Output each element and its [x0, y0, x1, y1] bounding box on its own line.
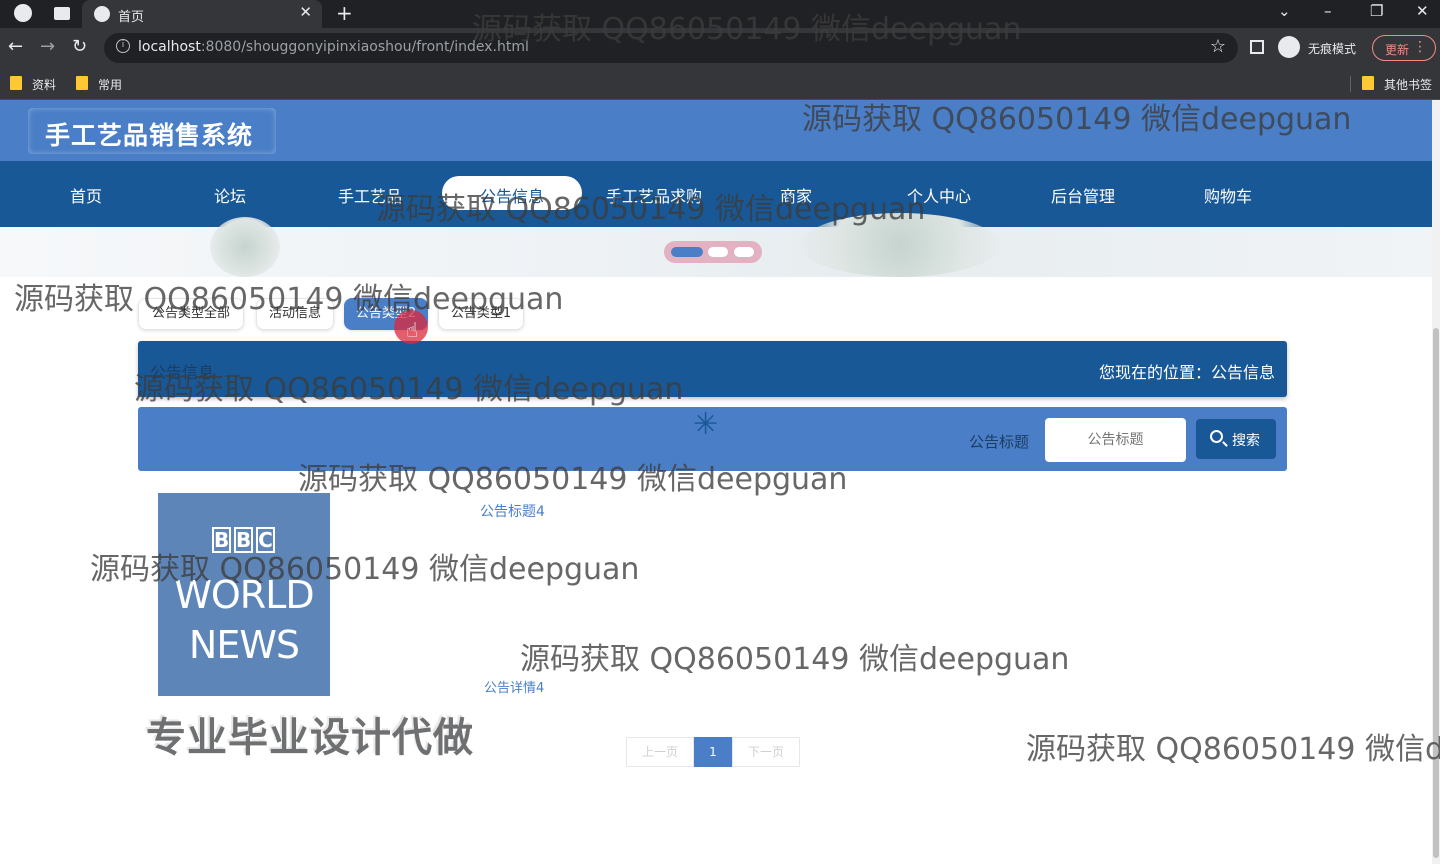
folder-icon	[76, 76, 88, 90]
next-page-button[interactable]: 下一页	[732, 737, 800, 767]
back-arrow-icon[interactable]: ←	[8, 36, 23, 57]
carousel-dot[interactable]	[734, 247, 754, 257]
filter-tab-type1[interactable]: 公告类型1	[438, 298, 524, 330]
page-number-current[interactable]: 1	[694, 737, 732, 767]
logo-letter: B	[234, 527, 253, 553]
side-panel-icon[interactable]	[1250, 40, 1264, 54]
logo-letter: B	[212, 527, 231, 553]
logo-letter: C	[256, 527, 275, 553]
loading-spinner-icon: ✳	[693, 407, 719, 442]
prev-page-button[interactable]: 上一页	[626, 737, 694, 767]
site-header: 手工艺品销售系统	[0, 100, 1440, 161]
page-viewport: 手工艺品销售系统 首页 论坛 手工艺品 公告信息 手工艺品求购 商家 个人中心 …	[0, 100, 1440, 864]
thumbnail-text-line1: WORLD	[174, 573, 314, 617]
search-label: 公告标题	[969, 433, 1030, 451]
news-detail-link[interactable]: 公告详情4	[484, 677, 544, 696]
filter-tab-all[interactable]: 公告类型全部	[138, 298, 244, 330]
promo-overlay-text: 专业毕业设计代做	[146, 715, 474, 761]
bookmark-label: 资料	[32, 78, 57, 92]
thumbnail-text-line2: NEWS	[188, 623, 300, 667]
banner-flower-image	[800, 213, 1000, 277]
scrollbar-thumb[interactable]	[1433, 328, 1439, 858]
folder-icon	[1362, 76, 1374, 90]
main-nav: 首页 论坛 手工艺品 公告信息 手工艺品求购 商家 个人中心 后台管理 购物车	[0, 161, 1440, 227]
browser-tab-strip: 首页 ✕ + ⌄ – ❐ ✕	[0, 0, 1440, 28]
browser-toolbar: ← → ↻ i localhost:8080/shouggonyipinxiao…	[0, 28, 1440, 68]
section-title: 公告信息	[150, 363, 215, 382]
reload-icon[interactable]: ↻	[72, 36, 87, 57]
hand-pointer-icon: ☝	[406, 318, 419, 342]
browser-menu-icon[interactable]	[14, 4, 32, 22]
search-panel: ✳ 公告标题 搜索	[138, 407, 1287, 471]
incognito-label: 无痕模式	[1308, 42, 1357, 56]
update-label: 更新	[1385, 43, 1410, 57]
bookmark-label: 常用	[98, 78, 123, 92]
nav-home[interactable]: 首页	[70, 183, 102, 207]
search-button[interactable]: 搜索	[1196, 419, 1276, 459]
search-icon	[1210, 430, 1223, 443]
folder-icon	[10, 76, 22, 90]
nav-handicraft-requests[interactable]: 手工艺品求购	[606, 183, 702, 207]
address-bar[interactable]: i localhost:8080/shouggonyipinxiaoshou/f…	[104, 33, 1238, 63]
search-input[interactable]	[1045, 418, 1186, 462]
page-scrollbar[interactable]	[1432, 100, 1440, 864]
site-logo-box[interactable]: 手工艺品销售系统	[28, 108, 276, 154]
list-item[interactable]: B B C WORLD NEWS 公告标题4 公告详情4	[158, 493, 1158, 703]
bookmark-star-icon[interactable]: ☆	[1210, 36, 1226, 57]
incognito-icon	[1278, 36, 1300, 58]
banner-flower-image	[210, 217, 280, 277]
new-tab-button[interactable]: +	[336, 1, 353, 25]
close-window-button[interactable]: ✕	[1416, 2, 1429, 20]
search-button-label: 搜索	[1232, 433, 1260, 449]
chevron-down-icon[interactable]: ⌄	[1278, 2, 1291, 20]
bookmark-separator	[1350, 76, 1351, 92]
update-button[interactable]: 更新 ⋮	[1372, 35, 1436, 61]
carousel-dot[interactable]	[708, 247, 728, 257]
other-bookmarks-label: 其他书签	[1384, 78, 1433, 92]
more-menu-icon: ⋮	[1413, 39, 1427, 55]
nav-forum[interactable]: 论坛	[214, 183, 246, 207]
globe-icon	[94, 6, 110, 22]
nav-admin[interactable]: 后台管理	[1051, 183, 1115, 207]
nav-cart[interactable]: 购物车	[1204, 183, 1252, 207]
nav-handicrafts[interactable]: 手工艺品	[338, 183, 402, 207]
nav-merchants[interactable]: 商家	[780, 183, 812, 207]
site-info-icon[interactable]: i	[116, 39, 130, 53]
breadcrumb-bar: 公告信息 您现在的位置：公告信息	[138, 341, 1287, 397]
tab-title: 首页	[118, 10, 145, 25]
news-thumbnail[interactable]: B B C WORLD NEWS	[158, 493, 330, 696]
forward-arrow-icon[interactable]: →	[40, 36, 55, 57]
close-icon[interactable]: ✕	[299, 3, 312, 21]
url-host: localhost	[138, 39, 201, 55]
news-title-link[interactable]: 公告标题4	[480, 501, 545, 521]
nav-personal-center[interactable]: 个人中心	[907, 183, 971, 207]
nav-announcements-label: 公告信息	[480, 187, 545, 206]
bbc-logo: B B C	[212, 527, 276, 557]
filter-tab-activity[interactable]: 活动信息	[256, 298, 334, 330]
tab-search-icon[interactable]	[54, 7, 70, 20]
url-text[interactable]: localhost:8080/shouggonyipinxiaoshou/fro…	[138, 39, 529, 55]
site-title: 手工艺品销售系统	[45, 121, 254, 150]
nav-announcements[interactable]: 公告信息	[442, 176, 582, 210]
carousel-dot[interactable]	[671, 247, 703, 257]
banner-carousel	[0, 213, 1440, 277]
url-path: :8080/shouggonyipinxiaoshou/front/index.…	[200, 39, 529, 55]
browser-tab[interactable]: 首页 ✕	[82, 0, 322, 28]
breadcrumb: 您现在的位置：公告信息	[1098, 363, 1275, 382]
restore-button[interactable]: ❐	[1370, 2, 1383, 20]
carousel-indicator	[664, 241, 762, 263]
click-cursor-indicator: ☝	[394, 310, 428, 344]
minimize-button[interactable]: –	[1324, 2, 1332, 20]
bookmarks-bar: 资料 常用 其他书签	[0, 68, 1440, 100]
